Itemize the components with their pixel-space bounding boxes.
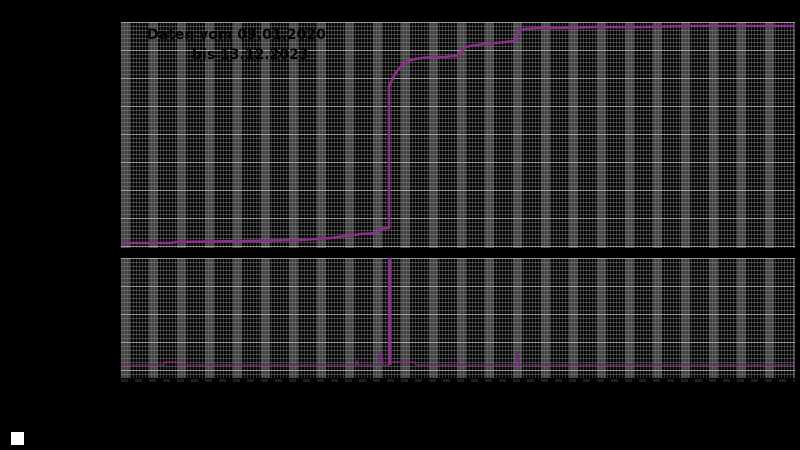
x-axis-tick-strip bbox=[121, 379, 795, 382]
date-range-line2: bis 13.12.2023 bbox=[192, 47, 309, 63]
legend-swatch bbox=[11, 432, 24, 445]
bottom-chart-panel bbox=[121, 258, 795, 378]
date-range-annotation: Daten vom 09.01.2020 bis 13.12.2023 bbox=[147, 25, 326, 65]
chart-canvas: Daten vom 09.01.2020 bis 13.12.2023 bbox=[0, 0, 800, 450]
top-chart-panel: Daten vom 09.01.2020 bis 13.12.2023 bbox=[121, 22, 795, 248]
bottom-line-chart bbox=[121, 258, 795, 366]
date-range-line1: Daten vom 09.01.2020 bbox=[147, 27, 326, 43]
